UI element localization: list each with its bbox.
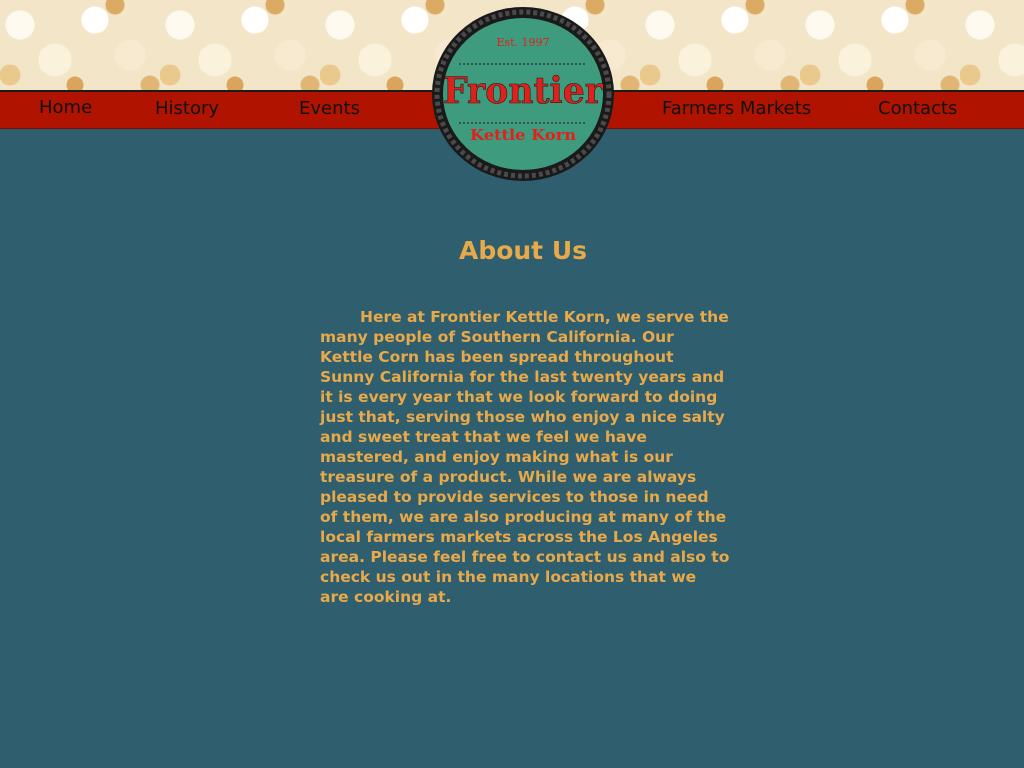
about-body-text: Here at Frontier Kettle Korn, we serve t…	[320, 308, 730, 606]
logo-name-text: Frontier	[443, 70, 604, 112]
nav-farmers-markets-link[interactable]: Farmers Markets	[662, 98, 811, 119]
frontier-logo[interactable]: Est. 1997 Frontier Kettle Korn	[431, 6, 615, 182]
nav-contacts-link[interactable]: Contacts	[878, 98, 957, 119]
about-heading: About Us	[458, 236, 588, 265]
nav-history-link[interactable]: History	[155, 98, 219, 119]
logo-established-text: Est. 1997	[496, 36, 549, 49]
logo-subtitle-text: Kettle Korn	[470, 126, 576, 144]
page: Home History Events Farmers Markets Cont…	[0, 0, 1024, 768]
nav-home-link[interactable]: Home	[39, 97, 92, 118]
nav-events-link[interactable]: Events	[299, 98, 360, 119]
